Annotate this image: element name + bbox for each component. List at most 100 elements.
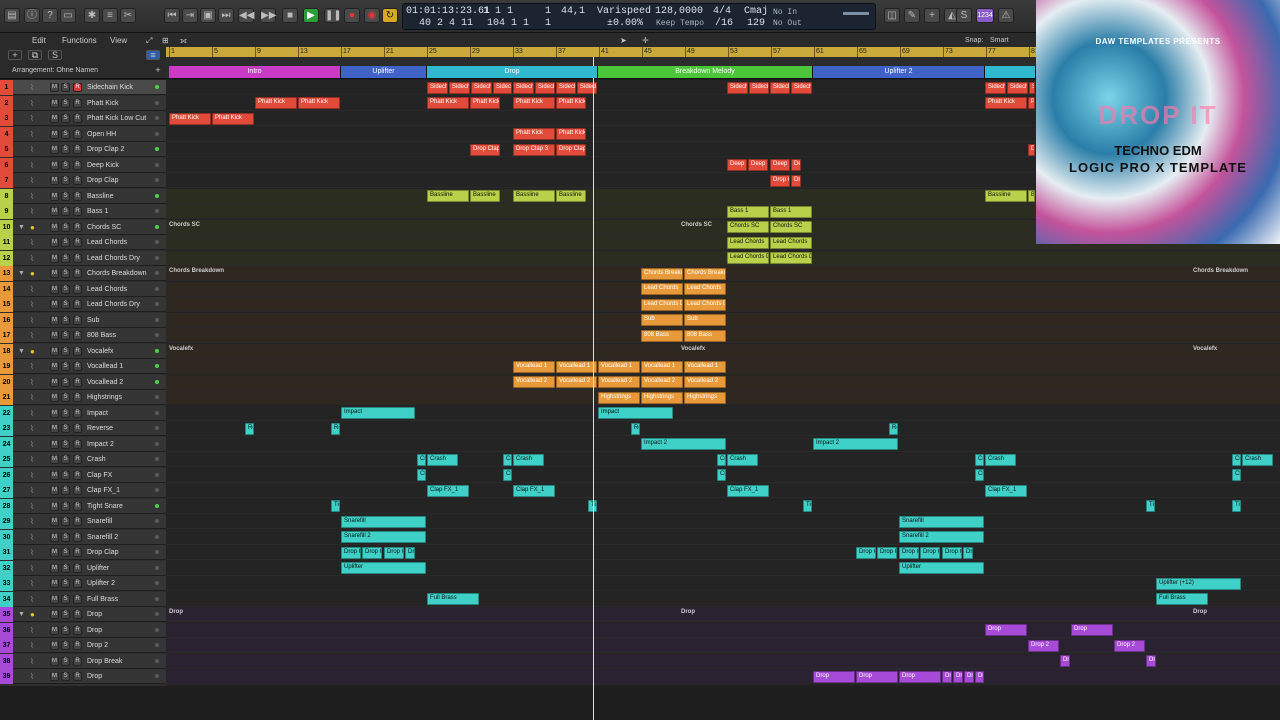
- solo-button[interactable]: S: [61, 656, 70, 666]
- folder-disclosure-icon[interactable]: ▼: [18, 607, 25, 622]
- view-menu[interactable]: View: [110, 36, 127, 45]
- track-header[interactable]: 20 ⌇ M S R Vocallead 2: [0, 374, 166, 390]
- record-enable-button[interactable]: R: [73, 408, 82, 418]
- solo-button[interactable]: S: [61, 610, 70, 619]
- track-header[interactable]: 30 ⌇ M S R Snarefill 2: [0, 529, 166, 545]
- record-enable-button[interactable]: R: [73, 625, 82, 635]
- record-enable-button[interactable]: R: [73, 284, 82, 294]
- region[interactable]: Drop C: [770, 174, 790, 187]
- track-header[interactable]: 24 ⌇ M S R Impact 2: [0, 436, 166, 452]
- record-enable-button[interactable]: R: [73, 253, 82, 263]
- region[interactable]: Vocallead 2: [684, 376, 726, 388]
- record-enable-button[interactable]: R: [73, 656, 82, 666]
- notepad-icon[interactable]: ✎: [904, 8, 920, 23]
- region[interactable]: Phatt Kick: [556, 97, 586, 109]
- folder-disclosure-icon[interactable]: ▼: [18, 266, 25, 281]
- region[interactable]: Sidech: [727, 81, 748, 94]
- record-enable-button[interactable]: R: [73, 594, 82, 604]
- region[interactable]: Chords Breakd: [641, 267, 683, 280]
- secondary-tool-icon[interactable]: ✛: [642, 36, 649, 45]
- region[interactable]: Bassline: [985, 190, 1027, 202]
- region[interactable]: Uplifter (+12): [1156, 577, 1241, 590]
- mute-button[interactable]: M: [50, 563, 59, 573]
- region[interactable]: Dr: [963, 546, 973, 559]
- solo-button[interactable]: S: [61, 331, 70, 340]
- region[interactable]: Drop C: [362, 546, 382, 559]
- solo-button[interactable]: S: [61, 253, 70, 263]
- solo-button[interactable]: S: [61, 501, 70, 511]
- solo-button[interactable]: S: [61, 672, 70, 681]
- region[interactable]: B: [1028, 190, 1035, 202]
- track-header[interactable]: 27 ⌇ M S R Clap FX_1: [0, 483, 166, 498]
- playhead[interactable]: [593, 57, 594, 720]
- region[interactable]: Bassline: [427, 190, 469, 202]
- region[interactable]: Drop C: [942, 546, 962, 559]
- region[interactable]: P: [1028, 97, 1035, 109]
- region[interactable]: Sidech: [1007, 81, 1028, 94]
- region[interactable]: Phatt Kick: [513, 97, 555, 109]
- record-enable-button[interactable]: R: [73, 145, 82, 154]
- mute-button[interactable]: M: [50, 424, 59, 433]
- mute-button[interactable]: M: [50, 517, 59, 526]
- track-header[interactable]: 22 ⌇ M S R Impact: [0, 405, 166, 421]
- track-header[interactable]: 39 ⌇ M S R Drop: [0, 669, 166, 684]
- region[interactable]: Crash: [1242, 453, 1273, 466]
- mute-button[interactable]: M: [50, 641, 59, 650]
- mute-button[interactable]: M: [50, 439, 59, 449]
- folder-disclosure-icon[interactable]: ▼: [18, 220, 25, 235]
- region[interactable]: Clap FX_1: [985, 484, 1027, 497]
- region[interactable]: Sidech: [493, 81, 512, 94]
- region[interactable]: Cl: [717, 469, 726, 481]
- region[interactable]: Uplifter: [899, 562, 984, 574]
- track-header[interactable]: 31 ⌇ M S R Drop Clap: [0, 545, 166, 560]
- region[interactable]: Re: [889, 422, 898, 435]
- region[interactable]: Uplifter: [341, 562, 426, 574]
- region[interactable]: Highstrings: [684, 391, 726, 404]
- region[interactable]: Cl: [503, 469, 512, 481]
- region[interactable]: Dr: [942, 670, 952, 683]
- mute-button[interactable]: M: [50, 625, 59, 635]
- record-enable-button[interactable]: R: [73, 470, 82, 480]
- mute-button[interactable]: M: [50, 672, 59, 681]
- track-header[interactable]: 13 ▼ ● M S R Chords Breakdown: [0, 266, 166, 281]
- track-lane[interactable]: [166, 250, 1280, 266]
- region[interactable]: Lead Chords D: [770, 252, 812, 264]
- region[interactable]: Sidech: [535, 81, 555, 94]
- region[interactable]: Drop 2: [1114, 639, 1145, 652]
- solo-button[interactable]: S: [61, 625, 70, 635]
- region[interactable]: Highstrings: [598, 391, 640, 404]
- track-header[interactable]: 3 ⌇ M S R Phatt Kick Low Cut: [0, 111, 166, 126]
- region[interactable]: Vocallead 1: [556, 360, 597, 373]
- region[interactable]: Crash: [727, 453, 758, 466]
- region[interactable]: Drop 2: [1028, 639, 1059, 652]
- track-lane[interactable]: [166, 607, 1280, 622]
- record-enable-button[interactable]: R: [73, 300, 82, 309]
- region[interactable]: Vocallead 1: [598, 360, 640, 373]
- region[interactable]: Re: [631, 422, 640, 435]
- solo-button[interactable]: S: [61, 238, 70, 247]
- region[interactable]: Rev: [245, 422, 254, 435]
- region[interactable]: Sidech: [577, 81, 597, 94]
- region[interactable]: Dr: [975, 670, 984, 683]
- mute-button[interactable]: M: [50, 284, 59, 294]
- region[interactable]: Re: [331, 422, 340, 435]
- mute-button[interactable]: M: [50, 455, 59, 464]
- region[interactable]: Dr: [791, 174, 801, 187]
- region[interactable]: Snarefill 2: [341, 531, 426, 543]
- region[interactable]: Snarefill 2: [899, 531, 984, 543]
- mute-button[interactable]: M: [50, 300, 59, 309]
- toolbar-icon[interactable]: ▭: [60, 8, 76, 23]
- region[interactable]: Ti: [1232, 500, 1241, 512]
- record-enable-button[interactable]: R: [73, 362, 82, 371]
- region[interactable]: Cl: [1232, 469, 1241, 481]
- region[interactable]: Impact: [598, 407, 673, 419]
- solo-button[interactable]: S: [61, 532, 70, 542]
- region[interactable]: Phatt Kick: [513, 128, 555, 140]
- arrangement-section[interactable]: [985, 66, 1036, 78]
- region[interactable]: Sidech: [427, 81, 448, 94]
- record-enable-button[interactable]: R: [73, 672, 82, 681]
- mute-button[interactable]: M: [50, 83, 59, 92]
- region[interactable]: Lead Chords: [641, 283, 683, 295]
- solo-button[interactable]: S: [61, 160, 70, 170]
- region[interactable]: Drop: [899, 670, 941, 683]
